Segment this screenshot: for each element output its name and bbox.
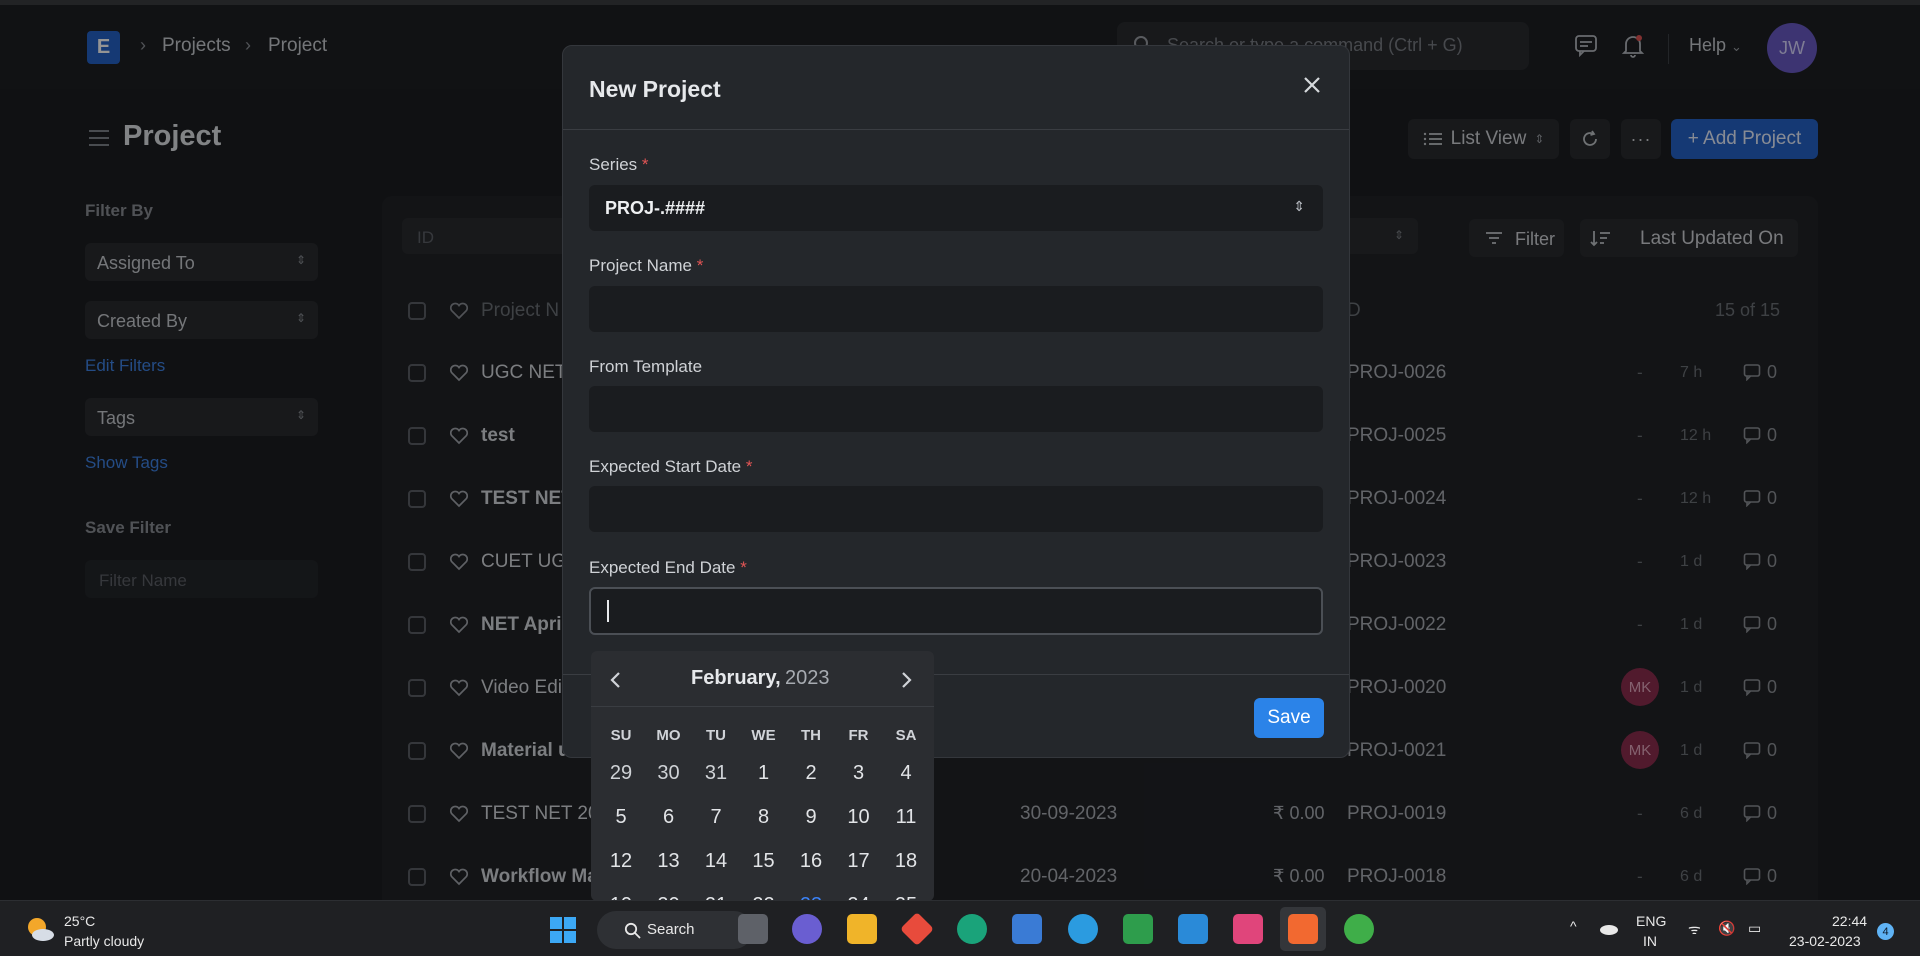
series-select[interactable]: PROJ-.#### ⇕	[589, 185, 1323, 231]
teams-chat-icon[interactable]	[792, 914, 822, 944]
weekday-sa: SA	[895, 727, 917, 744]
updown-icon: ⇕	[1293, 198, 1305, 214]
calendar-day[interactable]: 12	[597, 850, 645, 873]
weekday-we: WE	[751, 727, 776, 744]
calendar-day[interactable]: 29	[597, 762, 645, 785]
from-template-input[interactable]	[589, 386, 1323, 432]
weather-temperature[interactable]: 25°C	[64, 913, 95, 929]
wifi-icon[interactable]: ᯤ	[1688, 920, 1701, 939]
calendar-day[interactable]: 13	[645, 850, 693, 873]
calendar-day[interactable]: 2	[787, 762, 835, 785]
series-value: PROJ-.####	[605, 198, 706, 218]
language-code[interactable]: ENG	[1636, 913, 1666, 929]
start-date-input[interactable]	[589, 486, 1323, 532]
calendar-day[interactable]: 3	[835, 762, 883, 785]
volume-muted-icon[interactable]: 🔇	[1718, 920, 1735, 937]
weekday-tu: TU	[706, 727, 726, 744]
weekday-th: TH	[801, 727, 821, 744]
end-date-input[interactable]	[589, 587, 1323, 635]
battery-icon[interactable]: ▭	[1748, 920, 1761, 937]
weather-icon[interactable]	[24, 914, 56, 944]
clipchamp-icon[interactable]	[1233, 914, 1263, 944]
calendar-day[interactable]: 6	[645, 806, 693, 829]
calendar-day[interactable]: 1	[740, 762, 788, 785]
messaging-app-icon[interactable]	[1123, 914, 1153, 944]
calendar-day[interactable]: 5	[597, 806, 645, 829]
notification-badge[interactable]: 4	[1877, 923, 1894, 940]
edge-browser-icon[interactable]	[957, 914, 987, 944]
microsoft-store-icon[interactable]	[1012, 914, 1042, 944]
start-date-label-text: Expected Start Date	[589, 457, 742, 476]
calendar-day[interactable]: 14	[692, 850, 740, 873]
calendar-day[interactable]: 30	[645, 762, 693, 785]
calendar-day[interactable]: 31	[692, 762, 740, 785]
task-view-icon[interactable]	[738, 914, 768, 944]
calendar-day[interactable]: 4	[882, 762, 930, 785]
datepicker-year[interactable]: 2023	[785, 667, 830, 690]
required-marker: *	[740, 558, 747, 577]
save-button[interactable]: Save	[1254, 698, 1324, 738]
project-name-input[interactable]	[589, 286, 1323, 332]
calendar-day[interactable]: 9	[787, 806, 835, 829]
end-date-label: Expected End Date *	[589, 558, 747, 578]
start-date-label: Expected Start Date *	[589, 457, 753, 477]
text-caret	[607, 600, 609, 622]
calendar-day[interactable]: 7	[692, 806, 740, 829]
required-marker: *	[641, 155, 649, 174]
calendar-day[interactable]: 16	[787, 850, 835, 873]
region-code[interactable]: IN	[1643, 933, 1657, 949]
taskbar-search[interactable]: Search	[597, 911, 753, 949]
weekday-fr: FR	[848, 727, 869, 744]
taskbar-search-label: Search	[647, 921, 695, 938]
app-diamond-icon[interactable]	[900, 912, 934, 946]
series-label-text: Series	[589, 155, 638, 174]
taskbar: 25°C Partly cloudy Search ^ ENG IN ᯤ 🔇 ▭…	[0, 900, 1920, 956]
chevron-left-icon[interactable]	[609, 671, 623, 689]
project-name-label-text: Project Name	[589, 256, 692, 275]
windows-start-icon[interactable]	[549, 916, 577, 944]
required-marker: *	[745, 457, 753, 476]
clock-date[interactable]: 23-02-2023	[1789, 933, 1861, 949]
close-icon[interactable]	[1299, 72, 1325, 98]
weekday-su: SU	[610, 727, 632, 744]
file-explorer-icon[interactable]	[847, 914, 877, 944]
search-icon	[624, 922, 641, 939]
get-help-icon[interactable]	[1068, 914, 1098, 944]
brave-icon	[1288, 914, 1318, 944]
chevron-up-icon[interactable]: ^	[1570, 918, 1577, 934]
datepicker: February, 2023 SU MO TU WE TH FR SA 29 30 31 1 2 3 4…	[591, 651, 934, 901]
calendar-day[interactable]: 10	[835, 806, 883, 829]
project-name-label: Project Name *	[589, 256, 703, 276]
weather-description[interactable]: Partly cloudy	[64, 933, 144, 949]
calendar-day[interactable]: 15	[740, 850, 788, 873]
utorrent-icon[interactable]	[1344, 914, 1374, 944]
from-template-label: From Template	[589, 357, 703, 376]
calendar-day[interactable]: 11	[882, 806, 930, 829]
chevron-right-icon[interactable]	[899, 671, 913, 689]
calendar-day[interactable]: 18	[882, 850, 930, 873]
calendar-day[interactable]: 8	[740, 806, 788, 829]
datepicker-month[interactable]: February,	[691, 667, 781, 690]
brave-browser-active[interactable]	[1280, 907, 1326, 951]
dialog-header: New Project	[563, 46, 1349, 130]
series-label: Series *	[589, 155, 649, 175]
calendar-day[interactable]: 17	[835, 850, 883, 873]
weekday-mo: MO	[656, 727, 681, 744]
datepicker-header: February, 2023	[591, 651, 934, 707]
required-marker: *	[696, 256, 704, 275]
vscode-icon[interactable]	[1178, 914, 1208, 944]
onedrive-icon[interactable]	[1597, 921, 1619, 935]
clock-time[interactable]: 22:44	[1832, 913, 1867, 929]
dialog-title: New Project	[589, 76, 721, 102]
end-date-label-text: Expected End Date	[589, 558, 736, 577]
